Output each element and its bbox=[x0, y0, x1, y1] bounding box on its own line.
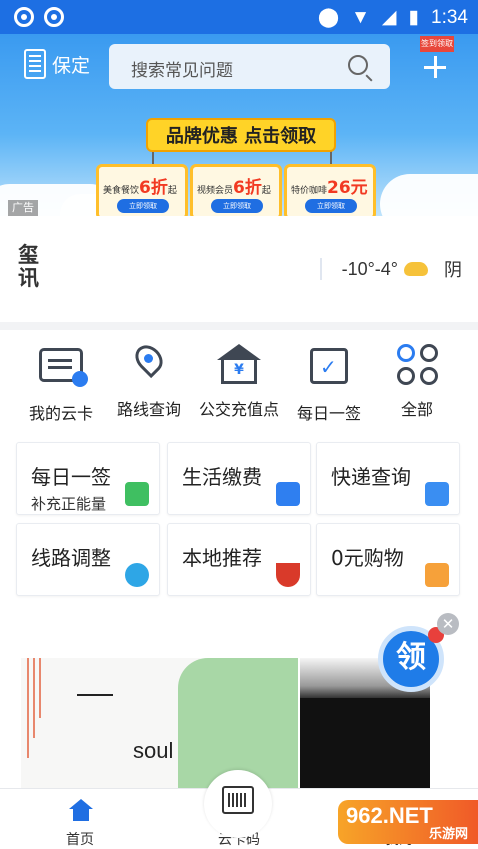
claim-button[interactable]: 立即领取 bbox=[305, 199, 357, 213]
noodle-bowl-icon bbox=[276, 563, 300, 587]
quick-route-query[interactable]: 路线查询 bbox=[104, 339, 194, 420]
calendar-check-icon bbox=[125, 482, 149, 506]
coupon-card[interactable]: 特价咖啡26元 立即领取 bbox=[284, 164, 376, 216]
claim-button[interactable]: 立即领取 bbox=[117, 199, 169, 213]
grid-circles-icon bbox=[395, 344, 439, 385]
home-icon bbox=[69, 799, 93, 821]
site-watermark: 962.NET 乐游网 bbox=[338, 800, 478, 844]
sync-icon bbox=[44, 7, 64, 27]
signal-icon: ◢ bbox=[381, 7, 397, 28]
tile-local-recommend[interactable]: 本地推荐 bbox=[167, 523, 311, 596]
location-icon: ⬤ bbox=[317, 7, 340, 28]
city-selector[interactable]: 保定 bbox=[24, 49, 90, 79]
service-tiles: 每日一签 补充正能量 生活缴费 快递查询 线路调整 本地推荐 0元购物 bbox=[0, 430, 478, 600]
feed-card-text: soul bbox=[133, 738, 174, 763]
promo-headline[interactable]: 品牌优惠 点击领取 bbox=[146, 118, 336, 152]
quick-recharge-point[interactable]: ¥ 公交充值点 bbox=[194, 344, 284, 420]
card-icon bbox=[39, 348, 88, 387]
quick-actions: 我的云卡 路线查询 ¥ 公交充值点 每日一签 全部 bbox=[0, 330, 478, 430]
quick-my-card[interactable]: 我的云卡 bbox=[16, 344, 106, 424]
sync-icon bbox=[14, 7, 34, 27]
clock: 1:34 bbox=[431, 6, 468, 28]
quick-all[interactable]: 全部 bbox=[372, 344, 462, 420]
search-input[interactable]: 搜索常见问题 bbox=[109, 44, 390, 89]
city-name: 保定 bbox=[52, 54, 91, 77]
building-icon bbox=[24, 49, 46, 79]
search-icon bbox=[348, 55, 368, 75]
box-icon bbox=[425, 482, 449, 506]
recharge-point-icon: ¥ bbox=[217, 344, 261, 386]
temperature: -10°-4° bbox=[341, 258, 398, 279]
tile-route-adjust[interactable]: 线路调整 bbox=[16, 523, 160, 596]
plus-icon[interactable] bbox=[424, 56, 446, 78]
weather-condition: 阴 bbox=[444, 260, 462, 280]
shopping-bag-icon bbox=[425, 563, 449, 587]
plus-badge: 签到领取 bbox=[420, 36, 454, 52]
feed-card-image[interactable]: soul bbox=[21, 658, 298, 788]
location-pin-icon bbox=[127, 339, 171, 386]
tile-express-query[interactable]: 快递查询 bbox=[316, 442, 460, 515]
status-bar: ⬤ ▼ ◢ ▮ 1:34 bbox=[0, 0, 478, 34]
cloudy-weather-icon bbox=[404, 262, 428, 276]
weather-widget[interactable]: -10°-4° 阴 bbox=[319, 256, 462, 282]
promo-banner[interactable]: 保定 搜索常见问题 签到领取 品牌优惠 点击领取 美食餐饮6折起 立即领取 视频… bbox=[0, 34, 478, 216]
info-bar: 玺讯 -10°-4° 阴 bbox=[0, 216, 478, 322]
search-placeholder: 搜索常见问题 bbox=[131, 61, 233, 81]
battery-icon: ▮ bbox=[408, 7, 420, 28]
barcode-scan-icon bbox=[222, 786, 254, 814]
tile-daily-sign[interactable]: 每日一签 补充正能量 bbox=[16, 442, 160, 515]
divider bbox=[319, 258, 322, 280]
route-pin-icon bbox=[125, 563, 149, 587]
claim-button[interactable]: 立即领取 bbox=[211, 199, 263, 213]
news-logo[interactable]: 玺讯 bbox=[18, 244, 44, 290]
calendar-check-icon bbox=[310, 348, 348, 384]
coupon-card[interactable]: 视频会员6折起 立即领取 bbox=[190, 164, 282, 216]
close-icon[interactable]: ✕ bbox=[437, 613, 459, 635]
tile-life-payment[interactable]: 生活缴费 bbox=[167, 442, 311, 515]
wifi-icon: ▼ bbox=[351, 6, 370, 28]
quick-daily-sign[interactable]: 每日一签 bbox=[284, 344, 374, 424]
coupon-card[interactable]: 美食餐饮6折起 立即领取 bbox=[96, 164, 188, 216]
tile-zero-shopping[interactable]: 0元购物 bbox=[316, 523, 460, 596]
ad-label: 广告 bbox=[8, 200, 38, 216]
play-icon bbox=[276, 482, 300, 506]
